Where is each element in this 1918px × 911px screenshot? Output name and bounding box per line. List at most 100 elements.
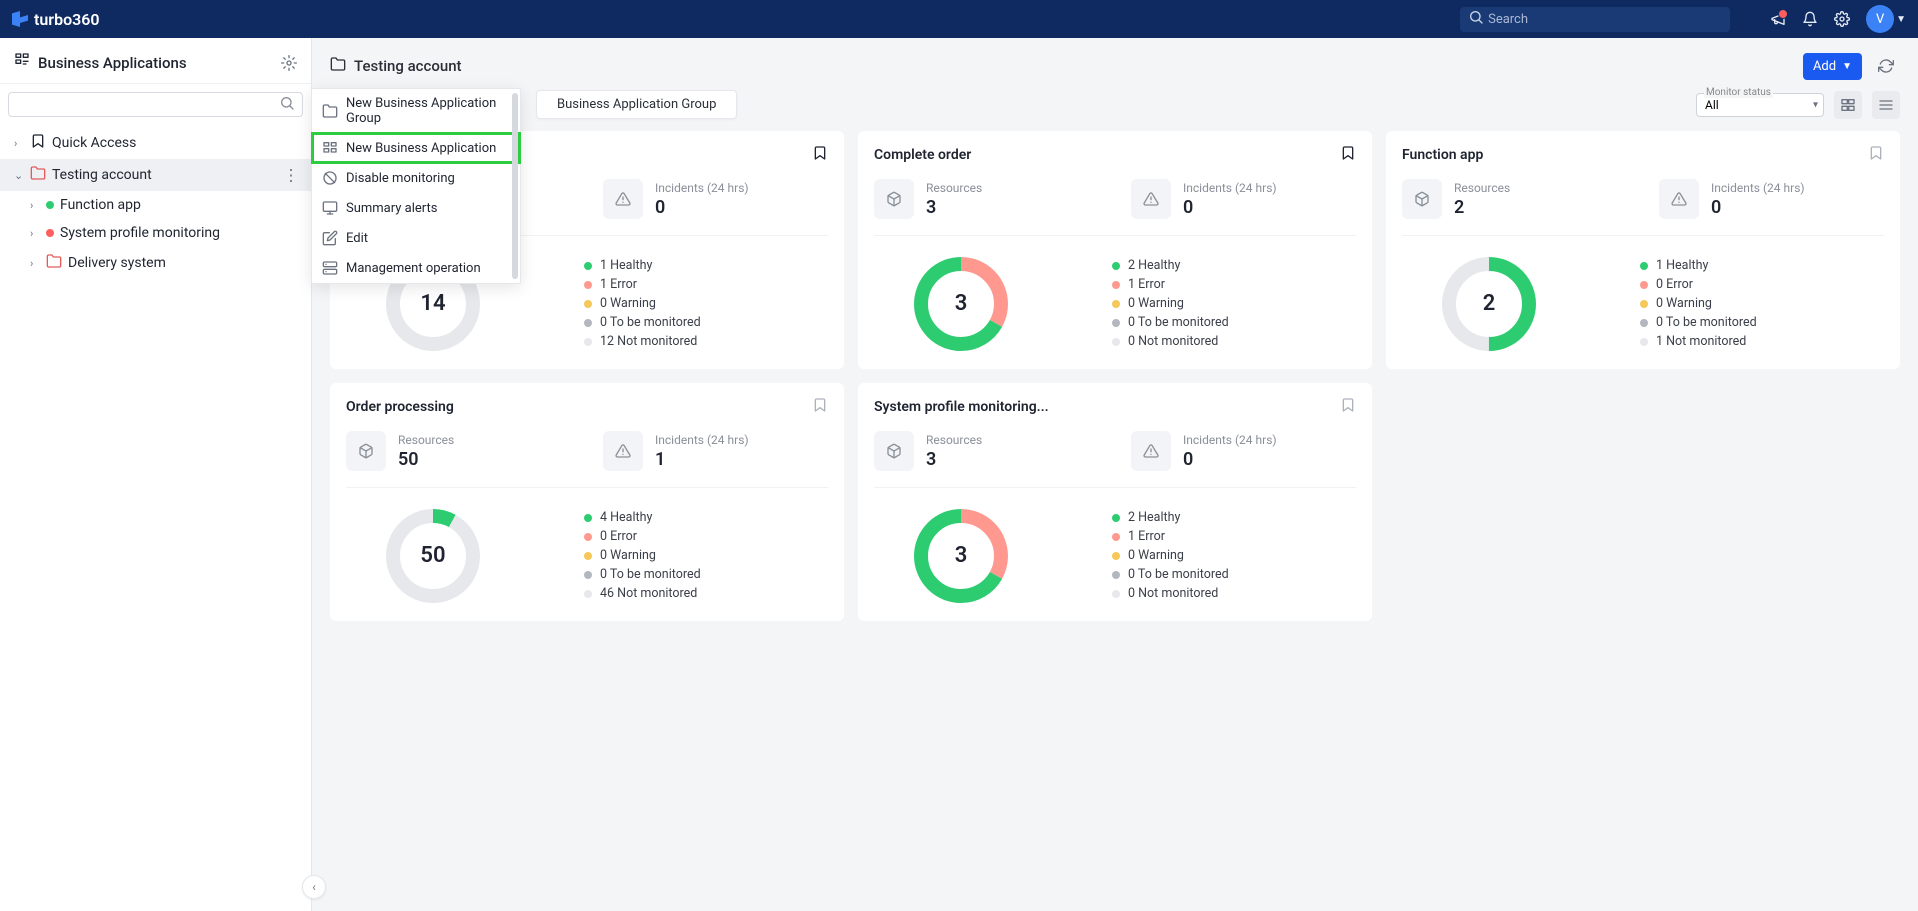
card[interactable]: Complete order Resources 3 Incidents (24… [858,131,1372,369]
view-cards-icon[interactable] [1834,91,1862,119]
search-input[interactable] [1460,7,1730,32]
folder-icon [46,253,62,273]
bd-tbm: 0 To be monitored [600,315,701,330]
bd-warning: 0 Warning [1128,296,1184,311]
ctx-item-summary-alerts[interactable]: Summary alerts [312,193,520,223]
resources-value: 3 [926,197,982,218]
incidents-value: 0 [1183,197,1277,218]
incidents-icon [1131,179,1171,219]
main-header: Testing account Add ▼ [312,38,1918,90]
logo-icon [12,11,28,27]
collapse-sidebar-button[interactable]: ‹ [302,875,326,899]
ctx-item-management-operation[interactable]: Management operation [312,253,520,283]
ctx-label: Management operation [346,261,481,276]
folder-icon [30,165,46,185]
card[interactable]: Function app Resources 2 Incidents (24 h… [1386,131,1900,369]
sidebar-title: Business Applications [38,54,187,72]
gear-icon[interactable] [1834,11,1850,27]
bd-warning: 0 Warning [1656,296,1712,311]
bookmark-icon[interactable] [812,397,828,417]
server-icon [322,260,338,276]
sidebar-item-quick-access[interactable]: › Quick Access [0,127,311,159]
global-search[interactable] [1460,7,1730,32]
sidebar-item-label: Testing account [52,167,152,183]
incidents-value: 1 [655,449,749,470]
bd-error: 1 Error [1128,529,1165,544]
page-title: Testing account [330,56,462,76]
bookmark-icon[interactable] [1340,397,1356,417]
logo[interactable]: turbo360 [12,10,100,29]
sidebar-item-delivery-system[interactable]: › Delivery system [0,247,311,279]
bell-icon[interactable] [1802,11,1818,27]
resources-value: 2 [1454,197,1510,218]
monitor-status-label: Monitor status [1704,87,1773,98]
sidebar-item-function-app[interactable]: › Function app [0,191,311,219]
ctx-item-disable-monitoring[interactable]: Disable monitoring [312,163,520,193]
ctx-label: Summary alerts [346,201,437,216]
folder-icon [330,56,346,76]
user-menu[interactable]: V ▼ [1866,5,1906,33]
bd-error: 0 Error [1656,277,1693,292]
card[interactable]: System profile monitoring... Resources 3… [858,383,1372,621]
breakdown-list: 1 Healthy 1 Error 0 Warning 0 To be moni… [584,254,828,353]
kebab-icon[interactable]: ⋮ [283,166,299,185]
refresh-icon[interactable] [1872,52,1900,80]
scrollbar[interactable] [512,93,518,279]
ctx-item-new-group[interactable]: New Business Application Group [312,89,520,133]
bd-error: 1 Error [600,277,637,292]
bd-error: 0 Error [600,529,637,544]
cards-grid: Resources Incidents (24 hrs) 0 14 1 Heal… [312,131,1918,621]
donut-total: 50 [386,509,480,603]
resources-label: Resources [1454,181,1510,195]
bd-notmon: 1 Not monitored [1656,334,1746,349]
topbar: turbo360 V ▼ [0,0,1918,38]
incidents-value: 0 [1711,197,1805,218]
app-icon [322,140,338,156]
apps-icon [14,52,30,73]
main: Testing account Add ▼ Business Applicati… [312,38,1918,911]
context-menu: New Business Application Group New Busin… [311,88,521,284]
bookmark-icon[interactable] [812,145,828,165]
sidebar-item-testing-account[interactable]: ⌄ Testing account ⋮ [0,159,311,191]
sidebar-item-label: Quick Access [52,135,136,151]
search-icon [279,95,295,115]
bd-healthy: 2 Healthy [1128,258,1180,273]
bd-healthy: 4 Healthy [600,510,652,525]
monitor-icon [322,200,338,216]
ctx-item-edit[interactable]: Edit [312,223,520,253]
bd-tbm: 0 To be monitored [1128,315,1229,330]
search-icon [1468,9,1484,29]
breakdown-list: 2 Healthy 1 Error 0 Warning 0 To be moni… [1112,254,1356,353]
sidebar-item-system-profile[interactable]: › System profile monitoring [0,219,311,247]
sidebar: Business Applications › Quick Access ⌄ [0,38,312,911]
donut-total: 3 [914,257,1008,351]
add-button-label: Add [1813,59,1836,74]
bookmark-icon[interactable] [1868,145,1884,165]
donut-chart: 3 [914,257,1008,351]
resources-icon [874,179,914,219]
bookmark-icon[interactable] [1340,145,1356,165]
card-title: Function app [1402,147,1483,163]
incidents-value: 0 [655,197,749,218]
bd-notmon: 12 Not monitored [600,334,697,349]
bd-healthy: 2 Healthy [1128,510,1180,525]
bd-healthy: 1 Healthy [600,258,652,273]
chevron-down-icon: ▼ [1896,14,1906,25]
breakdown-list: 4 Healthy 0 Error 0 Warning 0 To be moni… [584,506,828,605]
sidebar-search[interactable] [8,92,303,117]
sidebar-tree: › Quick Access ⌄ Testing account ⋮ › Fun… [0,121,311,285]
resources-label: Resources [398,433,454,447]
monitor-status-filter[interactable]: Monitor status All [1696,93,1824,117]
add-button[interactable]: Add ▼ [1803,53,1862,80]
bd-tbm: 0 To be monitored [600,567,701,582]
sidebar-search-input[interactable] [8,92,303,117]
bd-warning: 0 Warning [600,296,656,311]
view-list-icon[interactable] [1872,91,1900,119]
breadcrumb: Testing account [354,57,462,75]
ctx-item-new-app[interactable]: New Business Application [312,133,520,163]
donut-total: 3 [914,509,1008,603]
card-title: Order processing [346,399,454,415]
sidebar-gear-icon[interactable] [281,55,297,71]
card[interactable]: Order processing Resources 50 Incidents … [330,383,844,621]
announcements-icon[interactable] [1770,11,1786,27]
